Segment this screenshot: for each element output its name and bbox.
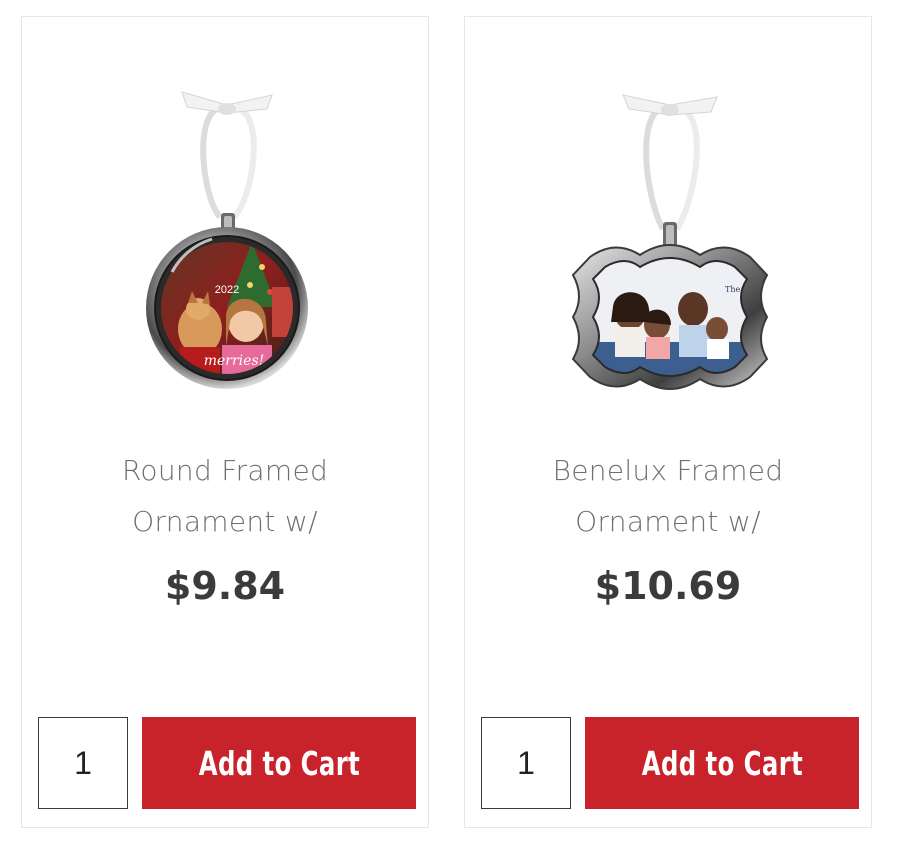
- quantity-input[interactable]: [481, 717, 571, 809]
- add-to-cart-button[interactable]: Add to Cart: [585, 717, 859, 809]
- benelux-ornament-image[interactable]: The Williams: [465, 17, 871, 417]
- product-card: 2022 merries! Round Framed Ornament w/ $…: [21, 16, 429, 828]
- add-to-cart-label: Add to Cart: [198, 743, 360, 783]
- product-name-line[interactable]: Ornament w/: [485, 496, 851, 547]
- product-price: $10.69: [594, 564, 742, 608]
- ornament-photo-caption: merries!: [204, 353, 265, 369]
- product-card: The Williams Benelux Framed Ornament w/ …: [464, 16, 872, 828]
- product-name-line[interactable]: Benelux Framed: [485, 445, 851, 496]
- product-name-line[interactable]: Round Framed: [42, 445, 408, 496]
- product-price: $9.84: [164, 564, 286, 608]
- ornament-photo-year: 2022: [215, 284, 239, 296]
- add-to-cart-label: Add to Cart: [641, 743, 803, 783]
- product-name-line[interactable]: Ornament w/: [42, 496, 408, 547]
- product-name[interactable]: Benelux Framed Ornament w/: [485, 445, 851, 547]
- add-to-cart-button[interactable]: Add to Cart: [142, 717, 416, 809]
- product-name[interactable]: Round Framed Ornament w/: [42, 445, 408, 547]
- round-ornament-image[interactable]: 2022 merries!: [22, 17, 428, 417]
- quantity-input[interactable]: [38, 717, 128, 809]
